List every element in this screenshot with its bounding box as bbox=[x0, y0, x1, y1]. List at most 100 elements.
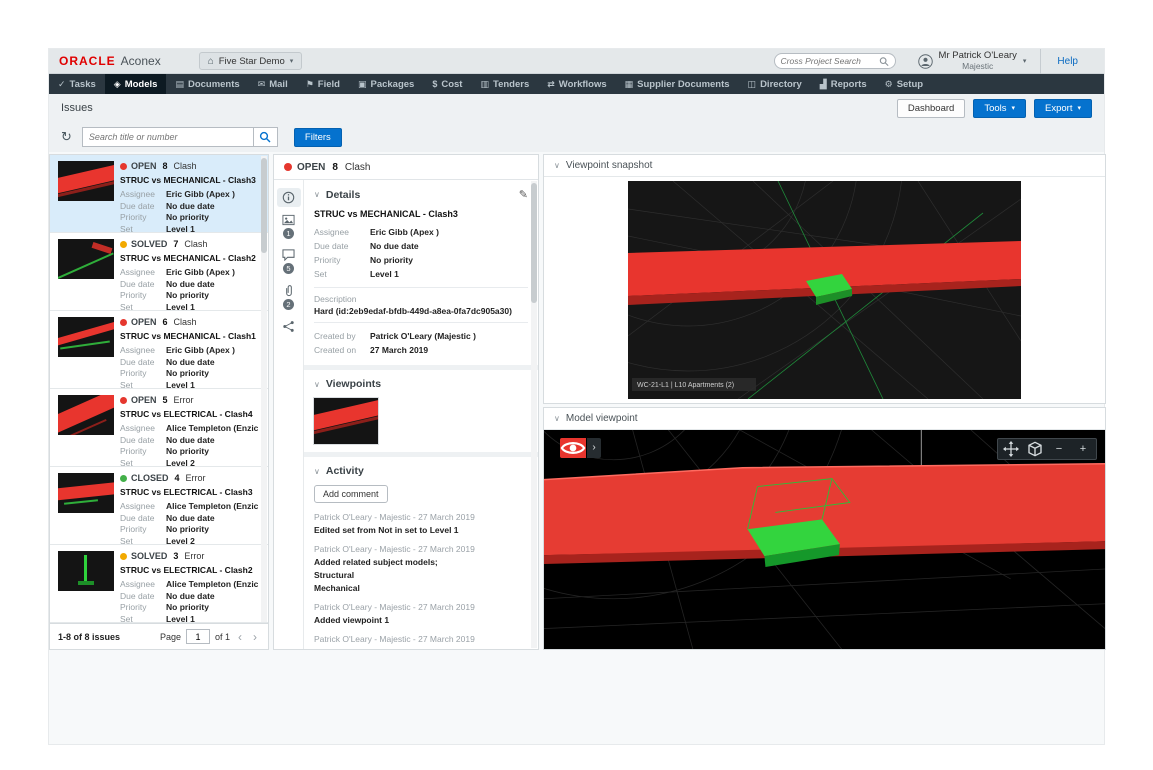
section-title: Viewpoints bbox=[325, 378, 382, 390]
issue-search-input[interactable] bbox=[81, 127, 254, 147]
issue-list-item[interactable]: SOLVED 7 Clash STRUC vs MECHANICAL - Clash… bbox=[50, 233, 268, 312]
tab-tenders[interactable]: ▥ Tenders bbox=[471, 74, 538, 94]
page-label: Page bbox=[159, 631, 181, 642]
tab-reports[interactable]: ▟ Reports bbox=[811, 74, 876, 94]
page-input[interactable] bbox=[185, 629, 210, 644]
tab-field[interactable]: ⚑ Field bbox=[297, 74, 349, 94]
user-menu[interactable]: Mr Patrick O'Leary Majestic ▾ bbox=[910, 51, 1035, 71]
tab-packages[interactable]: ▣ Packages bbox=[349, 74, 423, 94]
tab-models[interactable]: ◈ Models bbox=[104, 74, 167, 94]
tab-cost[interactable]: $ Cost bbox=[423, 74, 471, 94]
section-separator bbox=[304, 452, 538, 457]
pan-tool-button[interactable] bbox=[1000, 440, 1022, 457]
field-value: No priority bbox=[166, 290, 209, 300]
details-section-header[interactable]: ∨ Details ✎ bbox=[314, 188, 528, 202]
issue-list-item[interactable]: OPEN 5 Error STRUC vs ELECTRICAL - Clash4 … bbox=[50, 389, 268, 468]
field-label: Due date bbox=[120, 356, 155, 367]
search-button[interactable] bbox=[253, 127, 278, 147]
field-value: No due date bbox=[166, 278, 215, 289]
directory-icon: ◫ bbox=[747, 78, 757, 89]
dashboard-button[interactable]: Dashboard bbox=[896, 98, 966, 118]
viewpoint-thumbnail[interactable] bbox=[314, 398, 378, 444]
model-3d-viewport[interactable]: › − + bbox=[544, 429, 1105, 649]
related-models-tab[interactable] bbox=[277, 317, 301, 336]
issue-type: Error bbox=[185, 473, 206, 483]
help-button[interactable]: Help bbox=[1040, 48, 1094, 74]
field-label: Set bbox=[120, 301, 133, 312]
tab-supplier-documents[interactable]: ▦ Supplier Documents bbox=[616, 74, 739, 94]
export-label: Export bbox=[1045, 102, 1073, 114]
model-3d-image bbox=[544, 429, 1105, 649]
divider bbox=[314, 287, 528, 288]
scrollbar-thumb[interactable] bbox=[531, 183, 537, 303]
issue-status: SOLVED bbox=[131, 551, 168, 561]
tab-documents[interactable]: ▤ Documents bbox=[166, 74, 248, 94]
edit-icon[interactable]: ✎ bbox=[519, 188, 528, 201]
activity-text: Added related subject models; bbox=[314, 557, 438, 567]
tab-workflows[interactable]: ⇄ Workflows bbox=[538, 74, 615, 94]
content-area: OPEN 8 Clash STRUC vs MECHANICAL - Clash3 … bbox=[49, 154, 1106, 650]
issue-summary: OPEN 8 Clash STRUC vs MECHANICAL - Clash3 … bbox=[120, 161, 258, 234]
comments-tab[interactable]: 5 bbox=[277, 246, 301, 277]
next-page-button[interactable]: › bbox=[250, 630, 260, 644]
issue-list-item[interactable]: OPEN 6 Clash STRUC vs MECHANICAL - Clash1 … bbox=[50, 311, 268, 390]
issue-detail-body: 1 5 2 ∨ Details ✎ STRUC vs MECHANICAL - … bbox=[274, 180, 538, 649]
field-value: Level 2 bbox=[166, 457, 195, 468]
field-label: Due date bbox=[314, 241, 349, 251]
add-comment-button[interactable]: Add comment bbox=[314, 485, 388, 503]
viewpoints-tab[interactable]: 1 bbox=[277, 211, 301, 242]
previous-page-button[interactable]: ‹ bbox=[235, 630, 245, 644]
refresh-button[interactable]: ↻ bbox=[61, 129, 72, 145]
field-label: Assignee bbox=[120, 501, 155, 511]
filters-button[interactable]: Filters bbox=[293, 127, 342, 147]
tab-tasks[interactable]: ✓ Tasks bbox=[49, 74, 105, 94]
model-viewpoint-header[interactable]: ∨ Model viewpoint bbox=[544, 408, 1105, 430]
field-label: Set bbox=[314, 269, 327, 279]
paperclip-icon bbox=[285, 285, 292, 297]
field-label: Set bbox=[120, 613, 133, 624]
product-name: Aconex bbox=[120, 54, 161, 68]
zoom-in-button[interactable]: + bbox=[1072, 441, 1094, 457]
chevron-down-icon: ∨ bbox=[314, 190, 320, 199]
tools-button[interactable]: Tools ▾ bbox=[973, 98, 1027, 118]
tab-mail[interactable]: ✉ Mail bbox=[249, 74, 297, 94]
issue-list-item[interactable]: SOLVED 3 Error STRUC vs ELECTRICAL - Clash… bbox=[50, 545, 268, 623]
scrollbar[interactable] bbox=[531, 181, 537, 648]
tab-label: Tasks bbox=[69, 78, 96, 90]
scrollbar[interactable] bbox=[261, 156, 267, 622]
export-button[interactable]: Export ▾ bbox=[1034, 98, 1092, 118]
project-icon: ⌂ bbox=[207, 55, 214, 67]
viewpoints-section-header[interactable]: ∨ Viewpoints bbox=[314, 378, 528, 390]
project-selector[interactable]: ⌂ Five Star Demo ▾ bbox=[198, 52, 303, 70]
activity-text: Edited assignee from No assignee to Eric… bbox=[314, 647, 528, 649]
orbit-cube-button[interactable] bbox=[1024, 441, 1046, 457]
cross-project-search bbox=[773, 53, 896, 69]
reports-icon: ▟ bbox=[819, 78, 827, 89]
field-label: Priority bbox=[120, 212, 147, 222]
documents-icon: ▤ bbox=[175, 78, 184, 89]
zoom-out-button[interactable]: − bbox=[1048, 441, 1070, 457]
detail-content: ∨ Details ✎ STRUC vs MECHANICAL - Clash3… bbox=[304, 180, 538, 649]
cross-project-search-input[interactable] bbox=[780, 56, 879, 66]
viewpoint-snapshot-header[interactable]: ∨ Viewpoint snapshot bbox=[544, 155, 1105, 177]
issue-list-item[interactable]: OPEN 8 Clash STRUC vs MECHANICAL - Clash3 … bbox=[50, 155, 268, 234]
issue-thumbnail bbox=[58, 161, 114, 201]
expand-toolbar-button[interactable]: › bbox=[586, 437, 601, 458]
tab-label: Setup bbox=[896, 78, 924, 90]
user-name: Mr Patrick O'Leary bbox=[938, 50, 1017, 61]
info-tab[interactable] bbox=[276, 188, 301, 207]
tab-setup[interactable]: ⚙ Setup bbox=[876, 74, 932, 94]
models-icon: ◈ bbox=[113, 78, 121, 89]
field-value: No priority bbox=[166, 524, 209, 534]
field-value: Patrick O'Leary (Majestic ) bbox=[370, 331, 476, 341]
supplier-documents-icon: ▦ bbox=[624, 78, 634, 89]
issue-summary: CLOSED 4 Error STRUC vs ELECTRICAL - Clash… bbox=[120, 473, 258, 546]
attachments-tab[interactable]: 2 bbox=[277, 281, 301, 313]
scrollbar-thumb[interactable] bbox=[261, 158, 267, 253]
issue-list-item[interactable]: CLOSED 4 Error STRUC vs ELECTRICAL - Clash… bbox=[50, 467, 268, 546]
tab-directory[interactable]: ◫ Directory bbox=[739, 74, 811, 94]
project-name: Five Star Demo bbox=[218, 55, 285, 67]
show-clash-button[interactable] bbox=[560, 437, 586, 458]
activity-section-header[interactable]: ∨ Activity bbox=[314, 465, 528, 477]
tenders-icon: ▥ bbox=[480, 78, 489, 89]
